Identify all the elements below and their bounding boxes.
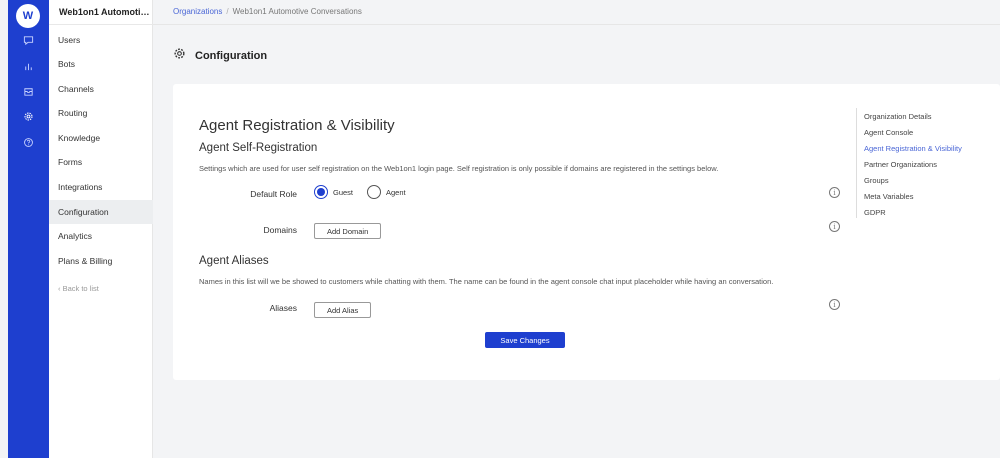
icon-rail: W — [8, 0, 49, 458]
role-agent-label: Agent — [386, 187, 406, 197]
analytics-icon[interactable] — [22, 60, 35, 73]
sidebar-item-label: Channels — [58, 84, 94, 94]
agent-aliases-description: Names in this list will we be showed to … — [199, 277, 774, 286]
page-header: Configuration — [173, 47, 267, 65]
sidebar-item-label: Routing — [58, 108, 88, 118]
self-registration-description: Settings which are used for user self re… — [199, 164, 719, 173]
sidebar-item-routing[interactable]: Routing — [49, 101, 153, 125]
sidebar-item-configuration[interactable]: Configuration — [49, 200, 153, 224]
chevron-left-icon: ‹ — [58, 284, 61, 293]
toc-agent-console[interactable]: Agent Console — [864, 124, 1000, 140]
radio-checked-icon — [314, 185, 328, 199]
sidebar-item-label: Integrations — [58, 182, 103, 192]
sidebar-item-channels[interactable]: Channels — [49, 77, 153, 101]
page-title: Configuration — [195, 50, 268, 62]
org-name[interactable]: Web1on1 Automotive C... — [59, 7, 153, 17]
info-icon[interactable]: i — [829, 299, 840, 310]
sidebar-item-integrations[interactable]: Integrations — [49, 175, 153, 199]
toc-meta-variables[interactable]: Meta Variables — [864, 188, 1000, 204]
breadcrumb: Organizations / Web1on1 Automotive Convers… — [173, 7, 362, 16]
toc-partner-organizations[interactable]: Partner Organizations — [864, 156, 1000, 172]
role-guest-label: Guest — [333, 187, 354, 197]
window-edge — [0, 0, 8, 458]
sidebar-item-knowledge[interactable]: Knowledge — [49, 126, 153, 150]
role-agent-radio[interactable]: Agent — [367, 185, 406, 199]
settings-card: Agent Registration & Visibility Agent Se… — [173, 84, 1000, 380]
sidebar-item-label: Plans & Billing — [58, 256, 113, 266]
sidebar-item-users[interactable]: Users — [49, 28, 153, 52]
sidebar-item-label: Bots — [58, 59, 76, 69]
back-to-list-link[interactable]: ‹ Back to list — [58, 284, 99, 293]
sidebar-item-label: Configuration — [58, 207, 109, 217]
radio-unchecked-icon — [367, 185, 381, 199]
sidebar-item-plans-billing[interactable]: Plans & Billing — [49, 249, 153, 273]
sidebar-item-forms[interactable]: Forms — [49, 150, 153, 174]
toc-agent-registration[interactable]: Agent Registration & Visibility — [864, 140, 1000, 156]
inbox-icon[interactable] — [22, 85, 35, 98]
sidebar: Web1on1 Automotive C... Users Bots Chann… — [49, 0, 153, 458]
add-alias-button[interactable]: Add Alias — [314, 302, 372, 318]
section-nav: Organization Details Agent Console Agent… — [856, 108, 1000, 218]
sidebar-divider — [49, 24, 153, 25]
self-registration-title: Agent Self-Registration — [199, 142, 318, 154]
info-icon[interactable]: i — [829, 187, 840, 198]
gear-icon[interactable] — [22, 110, 35, 123]
logo-text: W — [22, 10, 34, 22]
sidebar-item-label: Forms — [58, 157, 83, 167]
breadcrumb-current: Web1on1 Automotive Conversations — [232, 7, 362, 16]
sidebar-item-bots[interactable]: Bots — [49, 52, 153, 76]
sidebar-item-label: Analytics — [58, 231, 93, 241]
top-bar: Organizations / Web1on1 Automotive Convers… — [153, 0, 1000, 25]
app-logo[interactable]: W — [16, 4, 40, 28]
sidebar-item-label: Users — [58, 35, 81, 45]
sidebar-item-analytics[interactable]: Analytics — [49, 224, 153, 248]
default-role-label: Default Role — [250, 189, 297, 199]
section-title: Agent Registration & Visibility — [199, 117, 395, 134]
agent-aliases-title: Agent Aliases — [199, 255, 269, 267]
back-to-list-label: Back to list — [62, 284, 99, 293]
role-guest-radio[interactable]: Guest — [314, 185, 353, 199]
save-changes-button[interactable]: Save Changes — [485, 332, 565, 348]
chat-icon[interactable] — [22, 34, 35, 47]
toc-gdpr[interactable]: GDPR — [864, 204, 1000, 220]
info-icon[interactable]: i — [829, 221, 840, 232]
domains-label: Domains — [263, 225, 297, 235]
add-domain-button[interactable]: Add Domain — [314, 223, 382, 239]
toc-groups[interactable]: Groups — [864, 172, 1000, 188]
gear-icon — [173, 47, 186, 65]
sidebar-item-label: Knowledge — [58, 133, 101, 143]
toc-organization-details[interactable]: Organization Details — [864, 108, 1000, 124]
help-icon[interactable] — [22, 136, 35, 149]
breadcrumb-organizations[interactable]: Organizations — [173, 7, 222, 16]
breadcrumb-separator: / — [226, 7, 229, 16]
aliases-label: Aliases — [269, 303, 297, 313]
